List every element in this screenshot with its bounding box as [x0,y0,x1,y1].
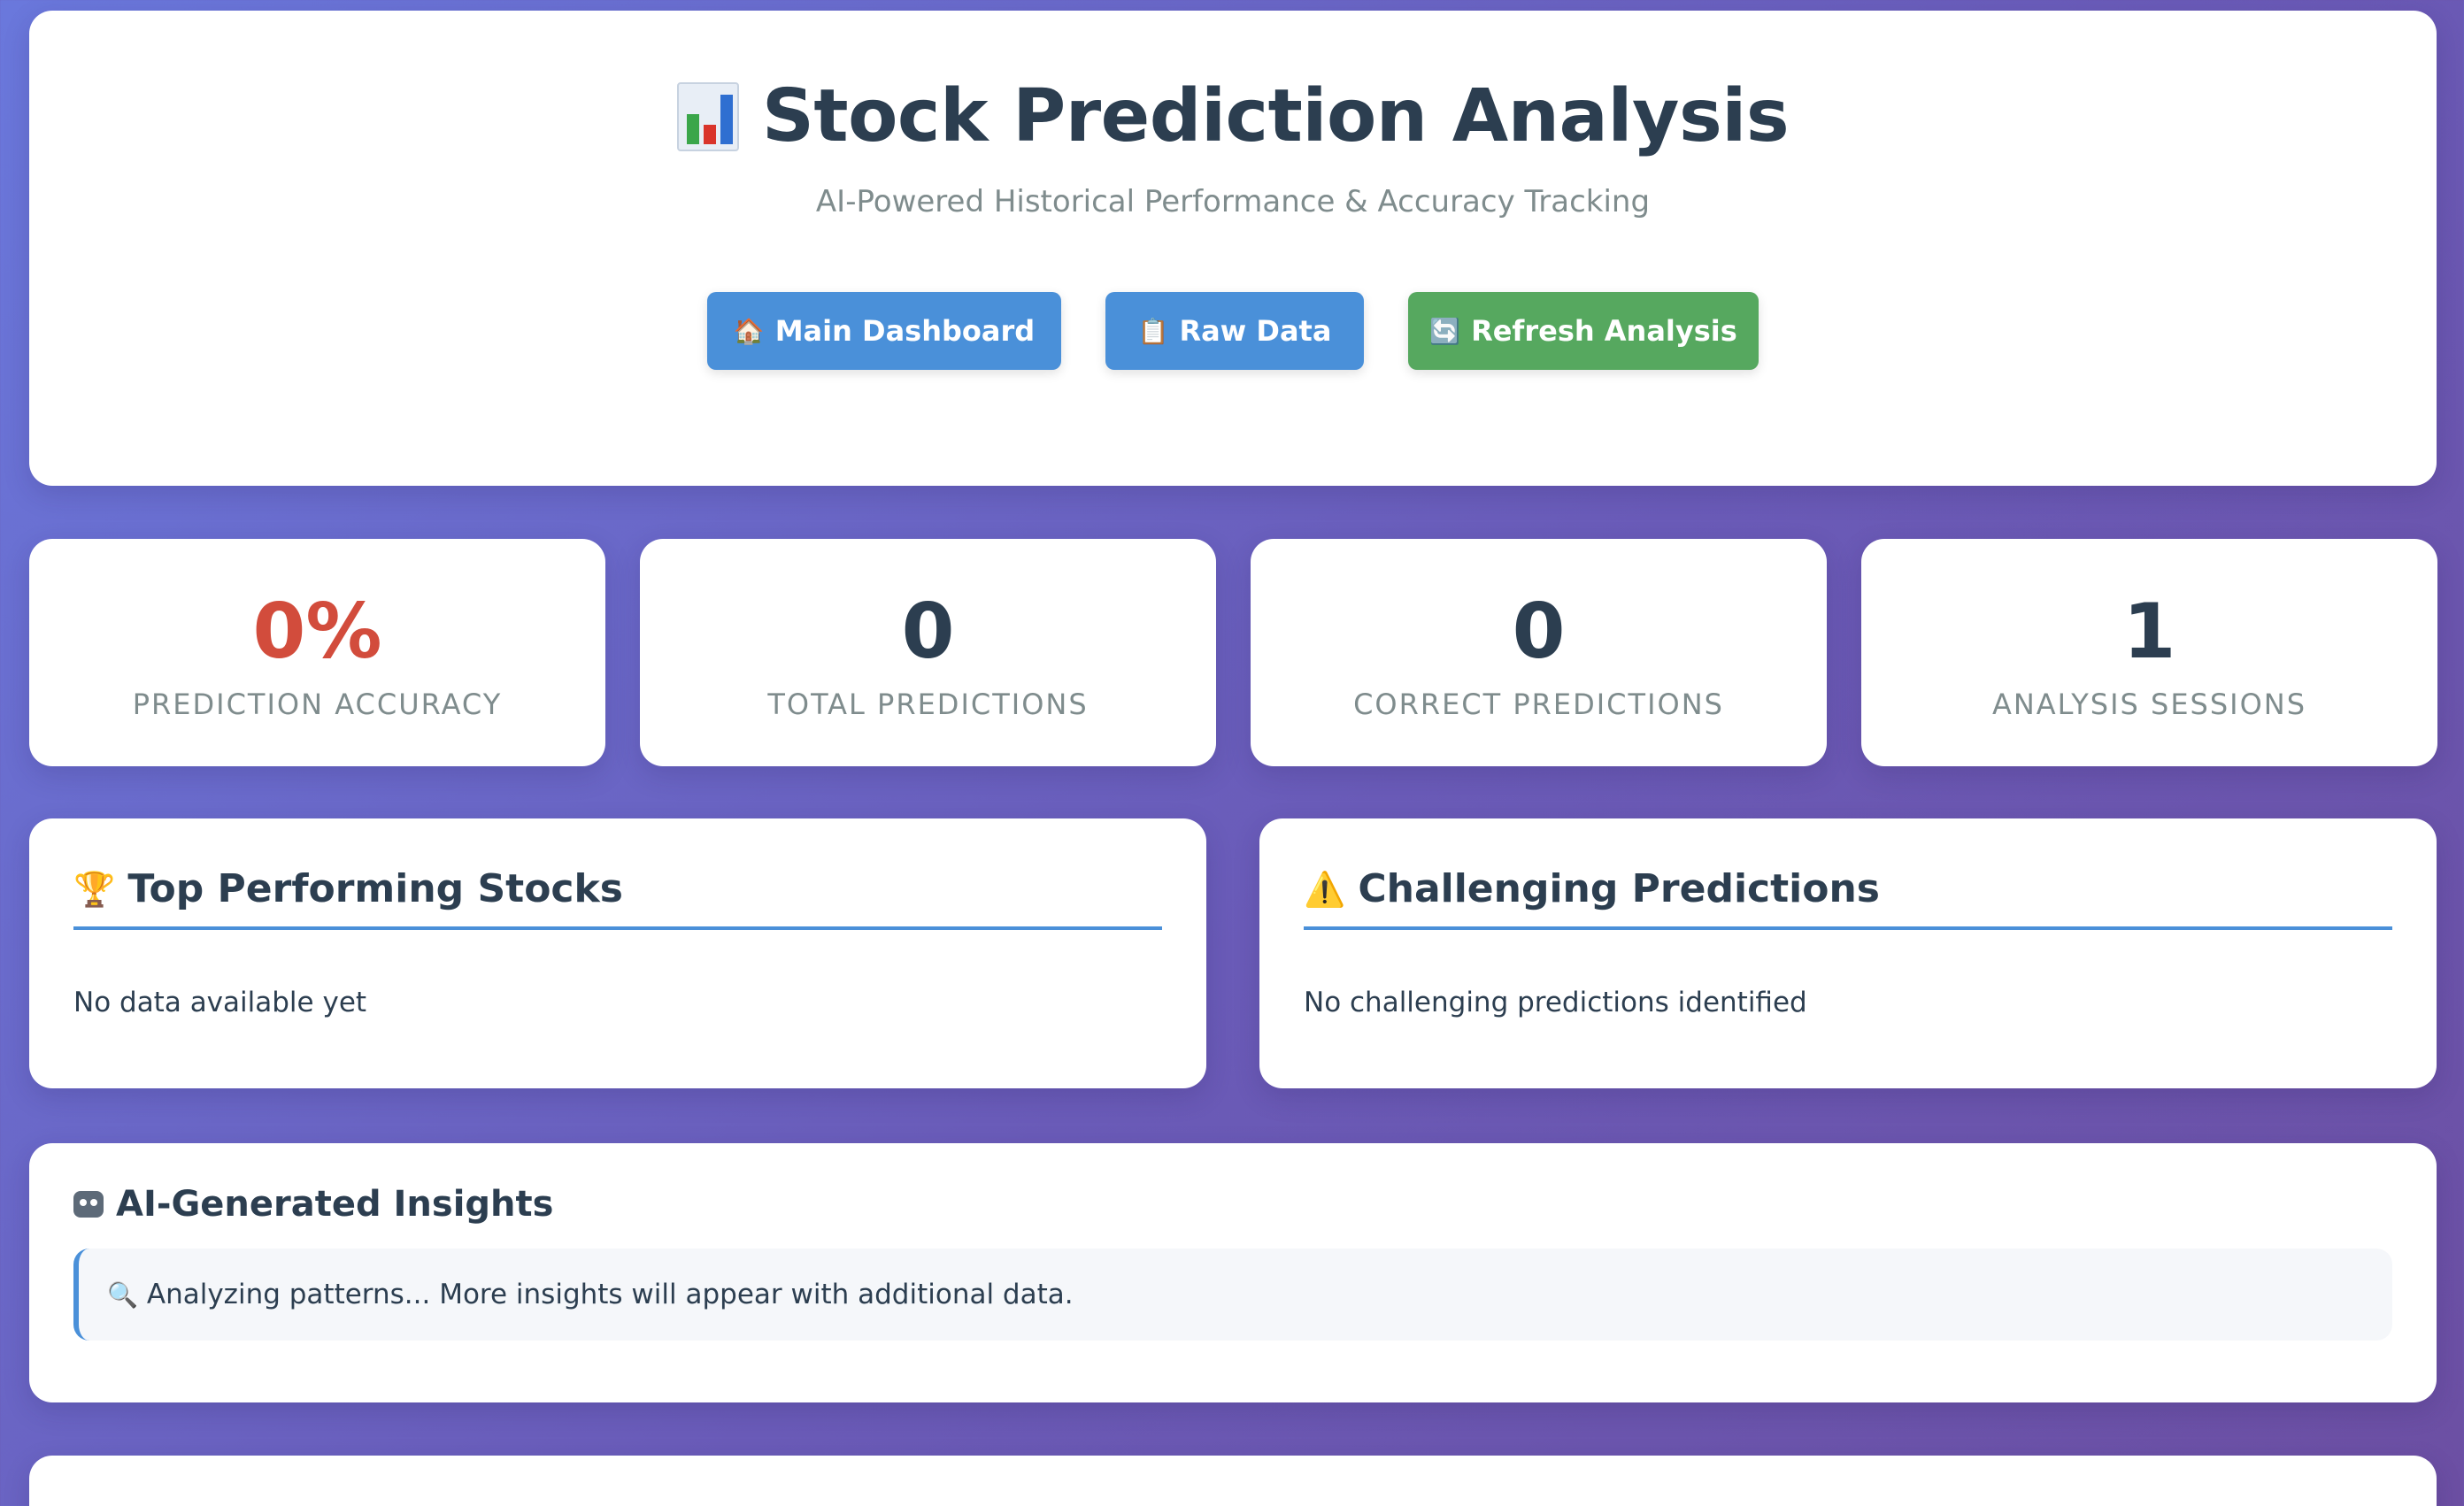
ai-insights-card: AI-Generated Insights 🔍 Analyzing patter… [29,1143,2437,1402]
robot-icon [73,1191,104,1218]
stat-label: Analysis Sessions [1991,688,2307,721]
stat-label: Correct Predictions [1353,688,1724,721]
panel-title-text: Top Performing Stocks [127,866,623,911]
main-dashboard-button[interactable]: 🏠 Main Dashboard [707,292,1061,370]
stat-value: 0 [1512,588,1566,676]
raw-data-button[interactable]: 📋 Raw Data [1105,292,1364,370]
magnifier-icon: 🔍 [107,1279,138,1310]
trophy-icon: 🏆 [73,870,116,909]
panel-title: ⚠️ Challenging Predictions [1304,866,2392,930]
home-icon: 🏠 [733,316,765,346]
page-title-row: Stock Prediction Analysis [29,74,2437,158]
main-dashboard-label: Main Dashboard [774,314,1036,348]
refresh-icon: 🔄 [1429,316,1461,346]
page-subtitle: AI-Powered Historical Performance & Accu… [815,184,1651,219]
bar-chart-icon [676,81,739,151]
refresh-analysis-button[interactable]: 🔄 Refresh Analysis [1408,292,1759,370]
panel-title-text: Challenging Predictions [1358,866,1880,911]
stat-card-correct-predictions: 0 Correct Predictions [1251,539,1827,766]
panel-empty-message: No challenging predictions identified [1304,987,1807,1018]
stat-label: Total Predictions [767,688,1089,721]
header-card: Stock Prediction Analysis AI-Powered His… [29,11,2437,486]
insight-message: 🔍 Analyzing patterns... More insights wi… [73,1249,2392,1341]
clipboard-icon: 📋 [1137,316,1169,346]
raw-data-label: Raw Data [1179,314,1332,348]
page-title: Stock Prediction Analysis [761,74,1790,158]
next-section-card [29,1456,2437,1506]
panel-empty-message: No data available yet [73,987,367,1018]
top-performing-panel: 🏆 Top Performing Stocks No data availabl… [29,818,1206,1088]
stat-card-accuracy: 0% Prediction Accuracy [29,539,605,766]
challenging-predictions-panel: ⚠️ Challenging Predictions No challengin… [1259,818,2437,1088]
insight-message-text: Analyzing patterns... More insights will… [146,1279,1074,1310]
stat-card-total-predictions: 0 Total Predictions [640,539,1216,766]
refresh-analysis-label: Refresh Analysis [1471,314,1737,348]
action-buttons: 🏠 Main Dashboard 📋 Raw Data 🔄 Refresh An… [29,292,2437,370]
stat-card-analysis-sessions: 1 Analysis Sessions [1861,539,2437,766]
stat-label: Prediction Accuracy [132,688,503,721]
insights-title-text: AI-Generated Insights [116,1184,554,1225]
stat-value: 1 [2122,588,2176,676]
stat-value: 0% [252,588,382,676]
panel-title: 🏆 Top Performing Stocks [73,866,1162,930]
insights-title: AI-Generated Insights [73,1184,553,1225]
warning-icon: ⚠️ [1304,870,1346,909]
stat-value: 0 [901,588,955,676]
